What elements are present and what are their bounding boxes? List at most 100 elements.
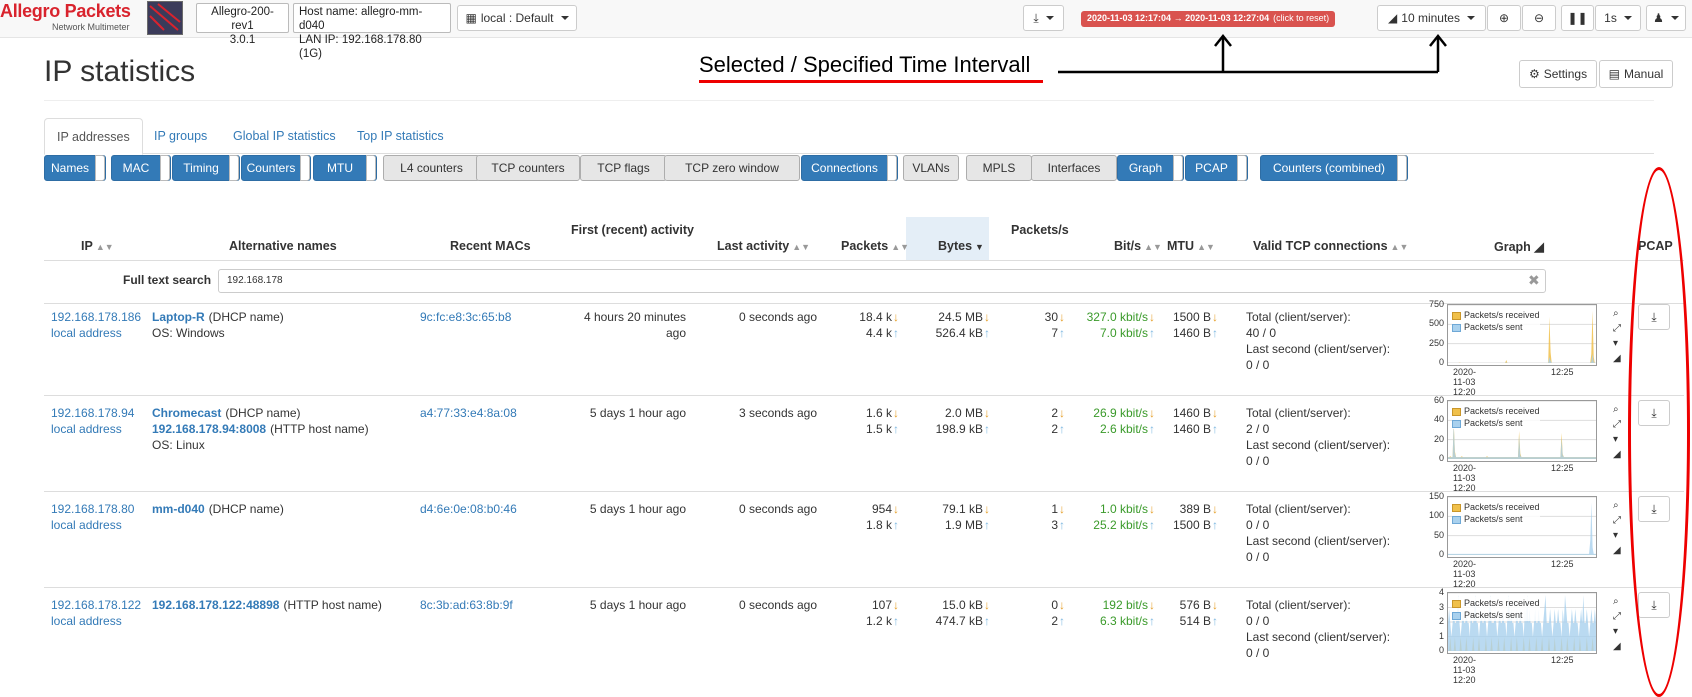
alt-name-link[interactable]: Laptop-R <box>152 310 205 324</box>
zoom-in-icon[interactable]: ⌕ <box>1613 402 1627 417</box>
time-range-reset-badge[interactable]: 2020-11-03 12:17:04 → 2020-11-03 12:27:0… <box>1081 11 1335 27</box>
col-header-last-activity[interactable]: Last activity▲▼ <box>717 239 810 253</box>
toggle-l4-counters[interactable]: L4 counters <box>383 155 480 181</box>
col-header-bits-per-second[interactable]: Bit/s▲▼ <box>1114 239 1162 253</box>
ip-address-link[interactable]: 192.168.178.94 <box>51 405 134 421</box>
mtu-received: 1500 B↓ <box>1160 309 1218 325</box>
legend-label: Packets/s received <box>1464 598 1540 608</box>
refresh-rate-select[interactable]: 1s <box>1595 5 1641 31</box>
area-chart-icon[interactable]: ◢ <box>1613 351 1627 366</box>
toggle-switch-knob <box>1237 155 1247 181</box>
packets-received: 107↓ <box>840 597 899 613</box>
toggle-counters[interactable]: Counters <box>241 155 311 181</box>
toggle-connections[interactable]: Connections <box>801 155 898 181</box>
area-chart-icon[interactable]: ◢ <box>1613 639 1627 654</box>
alt-name-link[interactable]: 192.168.178.122:48898 <box>152 598 279 612</box>
chevron-down-icon[interactable]: ▾ <box>1613 336 1627 351</box>
mac-address-link[interactable]: a4:77:33:e4:8a:08 <box>420 405 517 421</box>
toggle-counters-combined[interactable]: Counters (combined) <box>1260 155 1408 181</box>
toggle-tcp-flags[interactable]: TCP flags <box>580 155 667 181</box>
col-header-recent-macs: Recent MACs <box>450 239 531 253</box>
col-header-ip[interactable]: IP▲▼ <box>81 239 114 253</box>
area-chart-icon[interactable]: ◢ <box>1613 447 1627 462</box>
local-address-link[interactable]: local address <box>51 325 122 341</box>
chevron-down-icon[interactable]: ▾ <box>1613 528 1627 543</box>
alt-name-link[interactable]: Chromecast <box>152 406 221 420</box>
toggle-timing[interactable]: Timing <box>172 155 240 181</box>
col-header-graph[interactable]: Graph ◢ <box>1494 239 1544 254</box>
toggle-graph[interactable]: Graph <box>1117 155 1184 181</box>
toggle-vlans[interactable]: VLANs <box>903 155 959 181</box>
tab-ip-addresses[interactable]: IP addresses <box>44 118 143 155</box>
col-header-first-activity[interactable]: First (recent) activity <box>571 223 694 237</box>
col-header-mtu-label: MTU <box>1167 239 1194 253</box>
graph-x-tick: 12:25 <box>1551 367 1574 377</box>
mac-address-link[interactable]: d4:6e:0e:08:b0:46 <box>420 501 517 517</box>
legend-label: Packets/s received <box>1464 502 1540 512</box>
toggle-interfaces[interactable]: Interfaces <box>1031 155 1117 181</box>
arrow-down-icon: ↓ <box>1212 406 1218 420</box>
zoom-in-button[interactable]: ⊕ <box>1487 5 1521 31</box>
mac-address-link[interactable]: 8c:3b:ad:63:8b:9f <box>420 597 513 613</box>
dashboard-select[interactable]: ▦ local : Default <box>457 5 577 31</box>
alt-name-link[interactable]: mm-d040 <box>152 502 205 516</box>
interval-select[interactable]: ◢ 10 minutes <box>1377 5 1486 31</box>
col-header-packets[interactable]: Packets▲▼ <box>841 239 909 253</box>
pause-button[interactable]: ❚❚ <box>1561 5 1594 31</box>
brand-logo[interactable]: Allegro Packets Network Multimeter <box>0 0 140 36</box>
graph-y-tick: 3 <box>1420 602 1444 612</box>
expand-icon[interactable]: ⤢ <box>1613 609 1627 624</box>
toggle-names[interactable]: Names <box>44 155 106 181</box>
settings-button[interactable]: ⚙Settings <box>1519 60 1597 88</box>
chevron-down-icon[interactable]: ▾ <box>1613 432 1627 447</box>
toggle-pcap[interactable]: PCAP <box>1185 155 1248 181</box>
ip-address-link[interactable]: 192.168.178.122 <box>51 597 141 613</box>
toggle-tcp-counters[interactable]: TCP counters <box>476 155 580 181</box>
traffic-graph[interactable]: Packets/s received Packets/s sent <box>1447 496 1597 558</box>
first-activity: 5 days 1 hour ago <box>560 405 686 421</box>
zoom-out-button[interactable]: ⊖ <box>1522 5 1556 31</box>
traffic-graph[interactable]: Packets/s receivedPackets/s sent <box>1447 304 1597 366</box>
graph-y-tick: 0 <box>1420 453 1444 463</box>
settings-button-label: Settings <box>1544 67 1587 81</box>
last-activity: 0 seconds ago <box>700 501 817 517</box>
traffic-graph[interactable]: Packets/s receivedPackets/s sent <box>1447 592 1597 654</box>
user-menu-button[interactable]: ♟ <box>1646 5 1686 31</box>
alt-name-link[interactable]: 192.168.178.94:8008 <box>152 422 266 436</box>
ip-address-link[interactable]: 192.168.178.80 <box>51 501 134 517</box>
zoom-in-icon[interactable]: ⌕ <box>1613 594 1627 609</box>
local-address-link[interactable]: local address <box>51 421 122 437</box>
tcp-last-value: 0 / 0 <box>1246 357 1269 373</box>
search-input[interactable]: 192.168.178 <box>218 269 1546 293</box>
col-header-mtu[interactable]: MTU▲▼ <box>1167 239 1215 253</box>
tab-top-ip-statistics[interactable]: Top IP statistics <box>345 118 456 154</box>
zoom-in-icon[interactable]: ⌕ <box>1613 306 1627 321</box>
tab-global-ip-statistics[interactable]: Global IP statistics <box>221 118 348 154</box>
traffic-graph[interactable]: Packets/s receivedPackets/s sent <box>1447 400 1597 462</box>
mac-address-link[interactable]: 9c:fc:e8:3c:65:b8 <box>420 309 511 325</box>
toggle-mtu[interactable]: MTU <box>313 155 377 181</box>
expand-icon[interactable]: ⤢ <box>1613 513 1627 528</box>
legend-label: Packets/s sent <box>1464 514 1523 524</box>
col-header-valid-tcp-connections[interactable]: Valid TCP connections▲▼ <box>1253 239 1408 253</box>
ip-address-link[interactable]: 192.168.178.186 <box>51 309 141 325</box>
chevron-down-icon <box>1467 16 1475 20</box>
col-header-bytes[interactable]: Bytes▼ <box>938 239 984 253</box>
download-menu-button[interactable]: ⤓ <box>1023 5 1064 31</box>
toggle-tcp-zero-window[interactable]: TCP zero window <box>664 155 800 181</box>
expand-icon[interactable]: ⤢ <box>1613 321 1627 336</box>
time-range-hint: (click to reset) <box>1273 13 1329 23</box>
chevron-down-icon <box>1671 16 1679 20</box>
zoom-in-icon[interactable]: ⌕ <box>1613 498 1627 513</box>
manual-button[interactable]: ▤Manual <box>1599 60 1673 88</box>
toggle-mpls[interactable]: MPLS <box>966 155 1032 181</box>
local-address-link[interactable]: local address <box>51 517 122 533</box>
area-chart-icon[interactable]: ◢ <box>1613 543 1627 558</box>
expand-icon[interactable]: ⤢ <box>1613 417 1627 432</box>
local-address-link[interactable]: local address <box>51 613 122 629</box>
toggle-mac[interactable]: MAC <box>111 155 171 181</box>
tab-ip-groups[interactable]: IP groups <box>142 118 219 154</box>
col-header-packets-per-second[interactable]: Packets/s <box>1011 223 1069 237</box>
clear-search-icon[interactable]: ✖ <box>1528 272 1540 289</box>
chevron-down-icon[interactable]: ▾ <box>1613 624 1627 639</box>
